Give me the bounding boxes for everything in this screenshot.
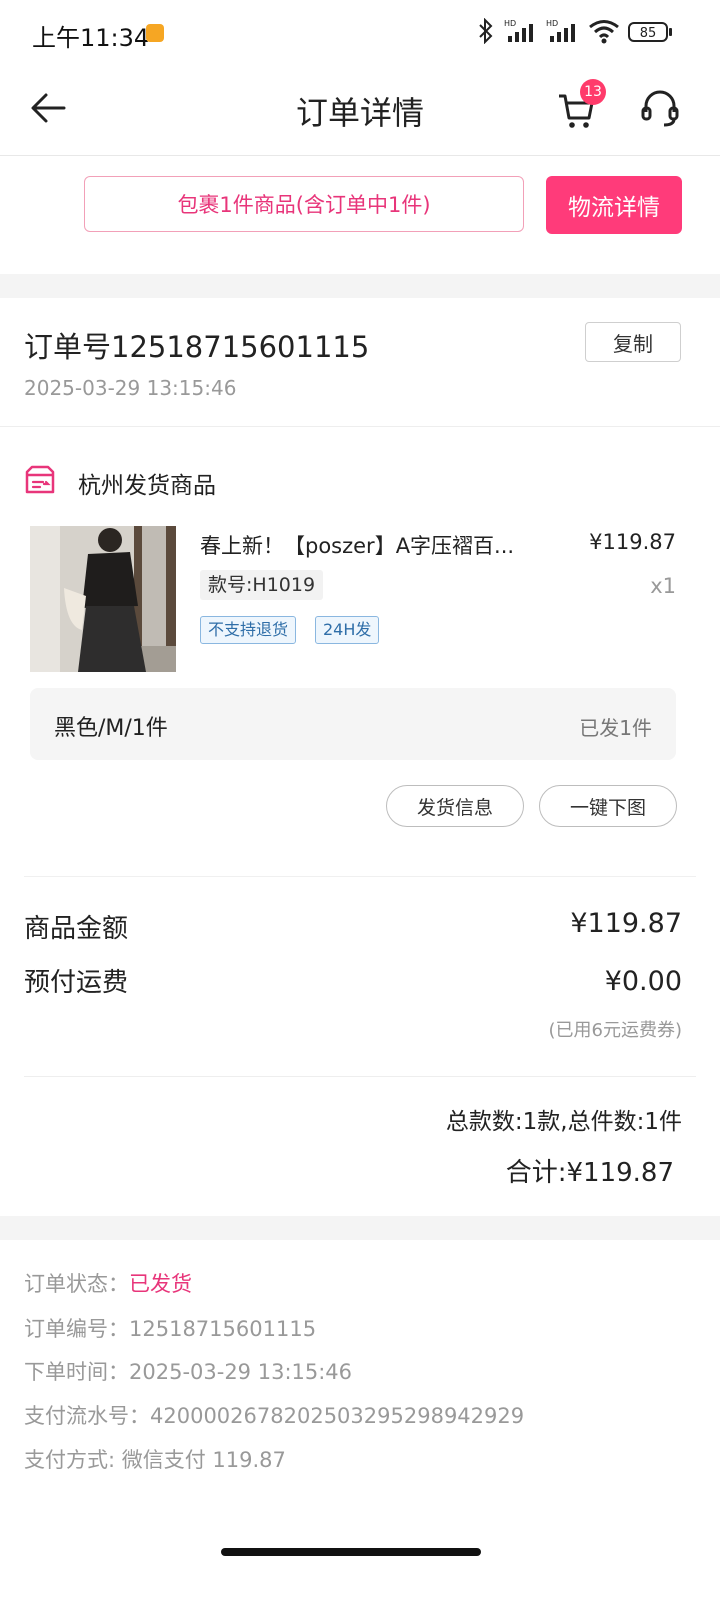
battery-tip <box>669 28 672 36</box>
shipping-coupon-note: (已用6元运费券) <box>548 1020 683 1041</box>
section-divider <box>0 274 720 298</box>
shipping-fee-label: 预付运费 <box>24 968 129 998</box>
home-indicator[interactable] <box>221 1548 481 1556</box>
order-status-value: 已发货 <box>129 1272 192 1296</box>
shop-name: 杭州发货商品 <box>78 473 216 499</box>
svg-text:HD: HD <box>504 19 516 28</box>
product-quantity: x1 <box>650 574 676 598</box>
sku-ship-status: 已发1件 <box>579 716 652 740</box>
customer-service-icon[interactable] <box>640 88 680 128</box>
style-number-tag: 款号:H1019 <box>200 570 324 600</box>
battery-icon: 85 <box>628 22 668 42</box>
divider <box>24 1076 696 1077</box>
shipping-box-icon <box>25 465 55 494</box>
signal-hd-icon: HD <box>546 19 575 42</box>
divider <box>24 876 696 877</box>
svg-text:HD: HD <box>546 19 558 28</box>
page-title: 订单详情 <box>295 94 424 132</box>
payment-serial-row: 支付流水号：4200002678202503295298942929 <box>24 1404 525 1428</box>
sku-label: 黑色/M/1件 <box>54 716 168 741</box>
signal-hd-icon: HD <box>504 19 533 42</box>
section-divider <box>0 1216 720 1240</box>
shipping-info-button[interactable]: 发货信息 <box>386 785 524 827</box>
product-price: ¥119.87 <box>589 530 676 554</box>
product-image[interactable] <box>30 526 176 672</box>
copy-button[interactable]: 复制 <box>585 322 681 362</box>
wifi-icon <box>589 20 619 44</box>
cart-badge: 13 <box>580 79 606 105</box>
notification-app-icon <box>146 24 164 42</box>
bluetooth-icon <box>479 18 493 44</box>
order-time: 2025-03-29 13:15:46 <box>24 376 237 400</box>
order-number-row: 订单编号：12518715601115 <box>24 1317 317 1341</box>
download-images-button[interactable]: 一键下图 <box>539 785 677 827</box>
no-return-tag: 不支持退货 <box>200 616 297 644</box>
product-name[interactable]: 春上新！【poszer】A字压褶百... <box>200 530 560 560</box>
order-total: 合计:¥119.87 <box>505 1158 674 1188</box>
shipping-fee-value: ¥0.00 <box>604 966 682 997</box>
order-status-label: 订单状态： <box>24 1272 129 1296</box>
logistics-detail-button[interactable]: 物流详情 <box>546 176 682 234</box>
order-number: 订单号12518715601115 <box>24 330 370 364</box>
payment-method-row: 支付方式: 微信支付 119.87 <box>24 1448 286 1472</box>
status-icons: HD HD <box>476 18 620 44</box>
header-divider <box>0 155 720 156</box>
ship-24h-tag: 24H发 <box>315 616 380 644</box>
order-time-row: 下单时间：2025-03-29 13:15:46 <box>24 1360 353 1384</box>
item-count-summary: 总款数:1款,总件数:1件 <box>445 1109 682 1135</box>
divider <box>0 426 720 427</box>
status-time: 上午11:34 <box>32 24 150 52</box>
order-status-row: 订单状态：已发货 <box>24 1268 192 1298</box>
goods-amount-value: ¥119.87 <box>570 908 682 939</box>
back-arrow-icon[interactable] <box>28 88 68 128</box>
goods-amount-label: 商品金额 <box>24 914 129 944</box>
package-summary[interactable]: 包裹1件商品(含订单中1件) <box>84 176 524 232</box>
